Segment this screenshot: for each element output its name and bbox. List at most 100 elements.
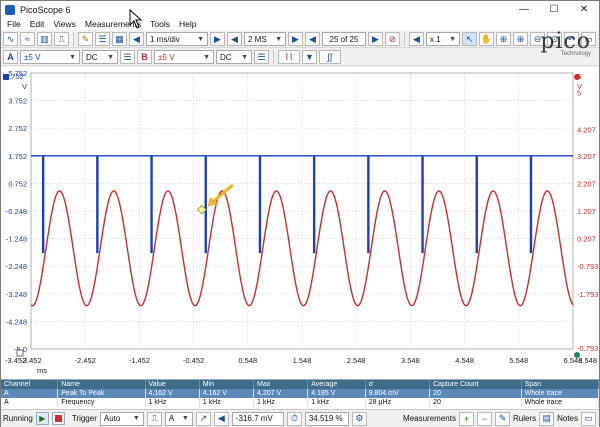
measurement-cell: 4.185 V bbox=[307, 389, 366, 398]
probe-icon[interactable]: ✎ bbox=[78, 32, 93, 46]
trigger-slope-icon[interactable]: ↗ bbox=[195, 411, 211, 426]
left-axis-tick: -4.248 bbox=[6, 317, 27, 326]
scope-mode-icon[interactable]: ∿ bbox=[3, 32, 18, 46]
math-channel-icon[interactable]: ∫∫ bbox=[319, 50, 341, 64]
stop-button[interactable] bbox=[51, 412, 65, 425]
buffer-prev-icon[interactable]: ◀ bbox=[305, 32, 320, 46]
measurements-col-4[interactable]: Max bbox=[253, 380, 309, 389]
menu-file[interactable]: File bbox=[7, 19, 21, 29]
close-button[interactable]: ✕ bbox=[569, 1, 599, 18]
channel-a-options-icon[interactable]: ☰ bbox=[120, 50, 135, 64]
trigger-level-input[interactable]: -316.7 mV bbox=[231, 411, 284, 426]
corner-bottom-right: 6.548 bbox=[578, 356, 597, 365]
add-measurement-icon[interactable]: + bbox=[458, 411, 474, 426]
rulers-icon[interactable]: ▤ bbox=[539, 411, 555, 426]
zoom-select[interactable]: x 1 ▼ bbox=[426, 32, 460, 46]
channel-b-label[interactable]: B bbox=[137, 50, 152, 64]
buffer-next-icon[interactable]: ▶ bbox=[368, 32, 383, 46]
samples-prev-icon[interactable]: ◀ bbox=[227, 32, 242, 46]
app-icon bbox=[5, 4, 15, 15]
buffer-navigator[interactable]: 25 of 25 bbox=[322, 32, 366, 46]
trigger-mode-select[interactable]: Auto ▼ bbox=[99, 411, 144, 426]
channel-options-icon[interactable]: ☰ bbox=[95, 32, 110, 46]
measurements-header-row: Channel Name Value Min Max Average σ Capture Co… bbox=[1, 380, 600, 389]
right-axis-tick: 2.207 bbox=[577, 179, 596, 188]
channel-a-range[interactable]: ±5 V ▼ bbox=[20, 50, 80, 64]
trigger-channel-select[interactable]: A ▼ bbox=[164, 411, 193, 426]
samples-next-icon[interactable]: ▶ bbox=[288, 32, 303, 46]
notes-icon[interactable]: ▭ bbox=[581, 411, 596, 426]
timebase-next-icon[interactable]: ▶ bbox=[210, 32, 225, 46]
measurements-col-2[interactable]: Value bbox=[145, 380, 200, 389]
trigger-label: Trigger bbox=[71, 414, 97, 423]
right-axis-tick: -0.793 bbox=[577, 262, 598, 271]
measurement-cell: 1 kHz bbox=[307, 398, 366, 407]
timebase-select[interactable]: 1 ms/div ▼ bbox=[146, 32, 208, 46]
pico-logo: pico Technology bbox=[540, 29, 591, 58]
measurement-row[interactable]: A Peak To Peak 4.162 V 4.162 V 4.207 V 4.185 … bbox=[1, 389, 600, 398]
channel-b-range[interactable]: ±5 V ▼ bbox=[154, 50, 214, 64]
menu-tools[interactable]: Tools bbox=[150, 19, 170, 29]
menu-bar: File Edit Views Measurements Tools Help bbox=[1, 18, 599, 30]
x-axis-tick: 5.548 bbox=[509, 356, 528, 365]
measurements-col-7[interactable]: Capture Count bbox=[429, 380, 522, 389]
x-axis-tick: 3.548 bbox=[401, 356, 420, 365]
pretrigger-icon[interactable]: ⏱ bbox=[286, 411, 302, 426]
measurement-cell: 1 kHz bbox=[253, 398, 309, 407]
left-axis-tick: 0.752 bbox=[8, 179, 27, 188]
left-axis-tick: -2.248 bbox=[6, 262, 27, 271]
menu-help[interactable]: Help bbox=[179, 19, 196, 29]
right-axis-tick: 4.207 bbox=[577, 126, 596, 135]
measurement-cell: 28 μHz bbox=[365, 398, 431, 407]
zoom-prev-icon[interactable]: ◀ bbox=[409, 32, 424, 46]
x-axis-tick: 1.548 bbox=[293, 356, 312, 365]
measurements-col-3[interactable]: Min bbox=[199, 380, 255, 389]
measurements-col-0[interactable]: Channel bbox=[1, 380, 59, 389]
persistence-mode-icon[interactable]: ≈ bbox=[20, 32, 35, 46]
grid-icon[interactable]: ▦ bbox=[112, 32, 127, 46]
left-axis-tick: 3.752 bbox=[8, 97, 27, 106]
left-axis-unit: V bbox=[22, 82, 27, 91]
measurements-col-5[interactable]: Average bbox=[307, 380, 366, 389]
rulers-label: Rulers bbox=[512, 414, 537, 423]
channel-a-label[interactable]: A bbox=[3, 50, 18, 64]
title-bar: PicoScope 6 — ☐ ✕ bbox=[1, 1, 599, 18]
scope-plot[interactable]: 5.7523.7522.7521.7520.752-0.248-1.248-2.… bbox=[1, 67, 599, 379]
run-button[interactable]: ▶ bbox=[35, 412, 49, 425]
measurements-col-6[interactable]: σ bbox=[365, 380, 431, 389]
menu-views[interactable]: Views bbox=[53, 19, 76, 29]
measurement-row[interactable]: A Frequency 1 kHz 1 kHz 1 kHz 1 kHz 28 μHz 20 Wh… bbox=[1, 398, 600, 407]
channel-b-offset-handle bbox=[574, 74, 580, 80]
measurement-cell: 1 kHz bbox=[145, 398, 200, 407]
channel-a-coupling[interactable]: DC ▼ bbox=[82, 50, 118, 64]
ruler-handle-left bbox=[16, 349, 24, 357]
left-axis-tick: -1.248 bbox=[6, 235, 27, 244]
channel-b-options-icon[interactable]: ☰ bbox=[254, 50, 269, 64]
remove-measurement-icon[interactable]: − bbox=[476, 411, 492, 426]
edit-measurement-icon[interactable]: ✎ bbox=[494, 411, 510, 426]
samples-select[interactable]: 2 MS ▼ bbox=[244, 32, 286, 46]
signal-generator-icon[interactable]: ⌇⌇ bbox=[278, 50, 300, 64]
zoom-area-icon[interactable]: ⊕ bbox=[496, 32, 511, 46]
signal-generator-menu-icon[interactable]: ▼ bbox=[302, 50, 317, 64]
timebase-prev-icon[interactable]: ◀ bbox=[129, 32, 144, 46]
serial-decode-icon[interactable]: ⎍ bbox=[54, 32, 69, 46]
measurements-col-1[interactable]: Name bbox=[57, 380, 146, 389]
minimize-button[interactable]: — bbox=[509, 1, 539, 18]
measurement-cell: Frequency bbox=[57, 398, 146, 407]
channel-b-coupling[interactable]: DC ▼ bbox=[216, 50, 252, 64]
trigger-edge-icon[interactable]: ⎍ bbox=[146, 411, 162, 426]
compass-icon[interactable]: ⊘ bbox=[385, 32, 400, 46]
spectrum-mode-icon[interactable]: ▥ bbox=[37, 32, 52, 46]
hand-tool-icon[interactable]: ✋ bbox=[479, 32, 494, 46]
scope-view[interactable]: 5.752 3.752 2.752 1.752 0.752 -0.248 -1.248 -2.… bbox=[1, 67, 599, 379]
x-axis-tick: 2.548 bbox=[347, 356, 366, 365]
pointer-tool-icon[interactable]: ↖ bbox=[462, 32, 477, 46]
pretrigger-input[interactable]: 34.519 % bbox=[304, 411, 349, 426]
menu-edit[interactable]: Edit bbox=[30, 19, 45, 29]
measurements-col-8[interactable]: Span bbox=[521, 380, 600, 389]
trigger-level-down-icon[interactable]: ◀ bbox=[213, 411, 229, 426]
maximize-button[interactable]: ☐ bbox=[539, 1, 569, 18]
trigger-advanced-icon[interactable]: ⚙ bbox=[351, 411, 367, 426]
x-axis-tick: 4.548 bbox=[455, 356, 474, 365]
